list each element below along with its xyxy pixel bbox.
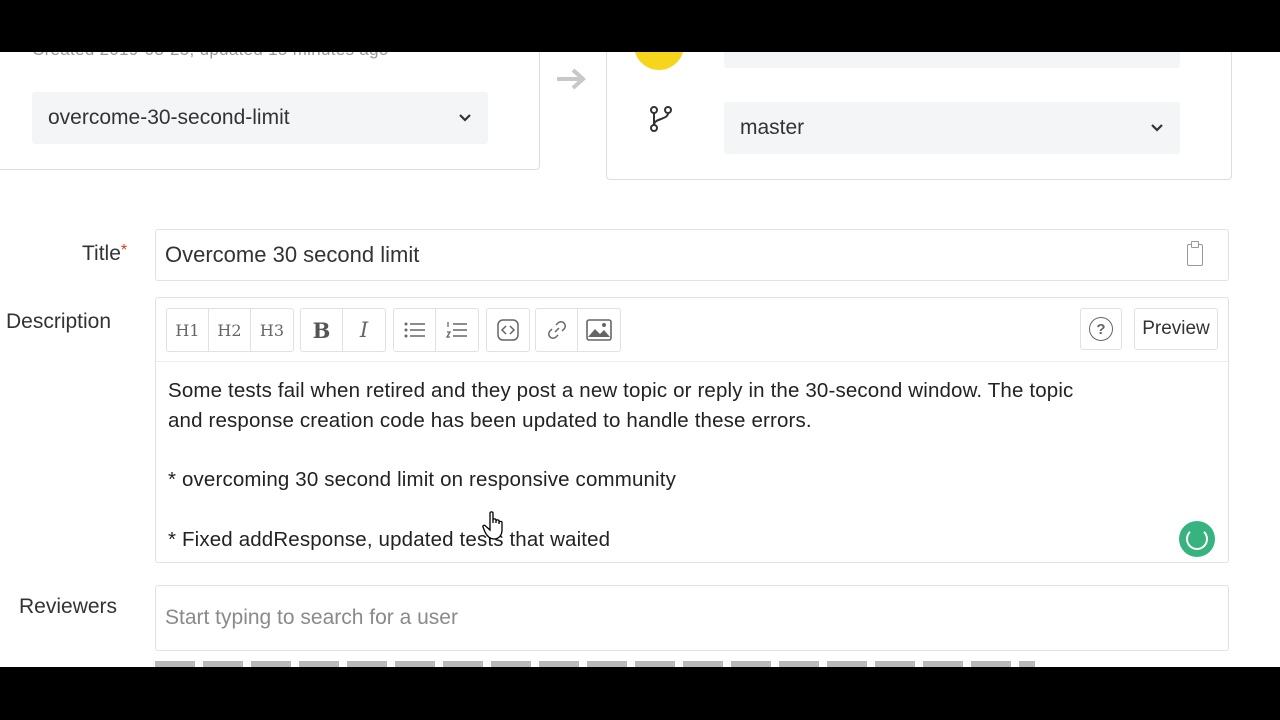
- preview-button[interactable]: Preview: [1134, 308, 1218, 350]
- numbered-list-button[interactable]: [436, 309, 478, 351]
- heading-3-button[interactable]: H3: [251, 309, 293, 351]
- description-label: Description: [6, 310, 112, 333]
- cut-off-text: [155, 661, 1035, 667]
- code-icon: [497, 319, 519, 341]
- editor-toolbar: H1 H2 H3 B I ? Preview: [156, 298, 1228, 362]
- help-button[interactable]: ?: [1080, 308, 1122, 350]
- code-group: [486, 308, 530, 352]
- required-mark: *: [120, 242, 128, 259]
- numbered-list-icon: [446, 322, 467, 338]
- heading-1-button[interactable]: H1: [167, 309, 209, 351]
- bullet-list-button[interactable]: [394, 309, 436, 351]
- italic-button[interactable]: I: [343, 309, 385, 351]
- format-group: B I: [300, 308, 386, 352]
- description-editor[interactable]: H1 H2 H3 B I ? Preview Some tests fail w…: [155, 297, 1229, 563]
- title-input-value: Overcome 30 second limit: [165, 242, 420, 267]
- repository-select[interactable]: [724, 52, 1180, 68]
- link-icon: [547, 321, 566, 339]
- title-label-text: Title: [82, 242, 121, 265]
- bold-button[interactable]: B: [301, 309, 343, 351]
- title-label: Title*: [82, 242, 127, 266]
- list-group: [393, 308, 479, 352]
- bullet-list-icon: [404, 322, 425, 338]
- code-button[interactable]: [487, 309, 529, 351]
- description-text[interactable]: Some tests fail when retired and they po…: [168, 376, 1208, 554]
- heading-group: H1 H2 H3: [166, 308, 294, 352]
- source-meta: Created 2019-03-25, updated 15 minutes a…: [32, 52, 389, 60]
- link-button[interactable]: [536, 309, 578, 351]
- chevron-down-icon: [1150, 120, 1164, 136]
- chevron-down-icon: [458, 110, 472, 126]
- hand-cursor-icon: [482, 511, 508, 546]
- source-branch-value: overcome-30-second-limit: [48, 106, 290, 129]
- reviewers-placeholder: Start typing to search for a user: [165, 606, 458, 629]
- source-branch-select[interactable]: overcome-30-second-limit: [32, 92, 488, 144]
- heading-2-button[interactable]: H2: [209, 309, 251, 351]
- reviewers-label: Reviewers: [19, 595, 118, 618]
- help-icon: ?: [1089, 317, 1113, 341]
- destination-branch-select[interactable]: master: [724, 102, 1180, 154]
- branch-icon: [648, 104, 674, 139]
- clipboard-icon[interactable]: [1187, 241, 1203, 266]
- image-icon: [586, 319, 612, 341]
- arrow-right-icon: [555, 64, 589, 103]
- image-button[interactable]: [578, 309, 620, 351]
- reviewers-input[interactable]: Start typing to search for a user: [155, 585, 1229, 651]
- title-input[interactable]: Overcome 30 second limit: [155, 229, 1229, 281]
- destination-branch-value: master: [740, 116, 805, 139]
- insert-group: [535, 308, 621, 352]
- loading-spinner-icon: [1179, 521, 1215, 557]
- pull-request-form: Created 2019-03-25, updated 15 minutes a…: [0, 52, 1280, 667]
